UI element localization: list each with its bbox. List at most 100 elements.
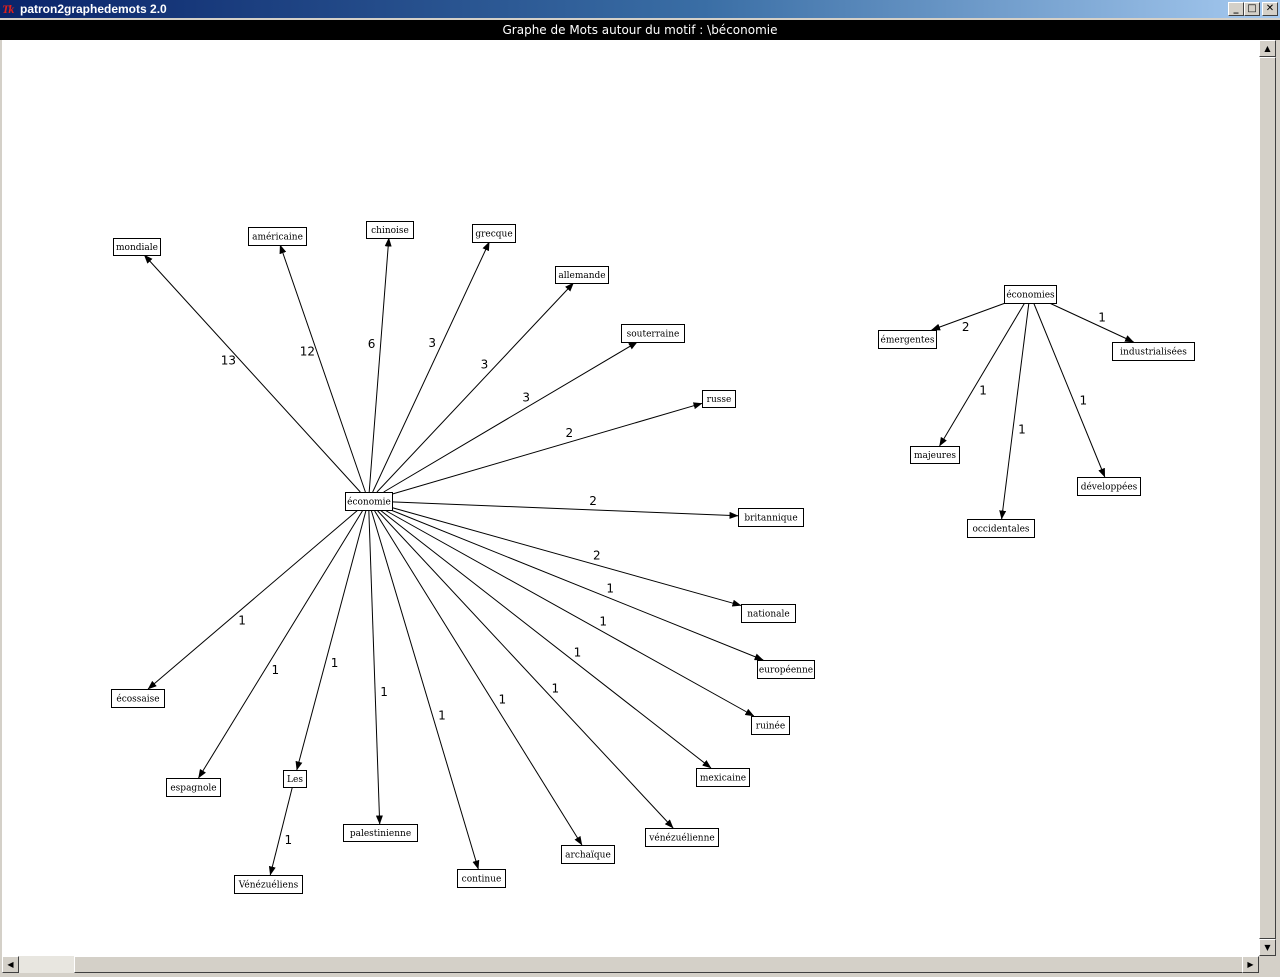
- edge-economie-espagnole: [198, 509, 364, 779]
- node-label: nationale: [747, 610, 789, 620]
- node-archaique[interactable]: archaïque: [561, 845, 615, 864]
- node-americaine[interactable]: américaine: [248, 227, 307, 246]
- edge-economies-developpees: [1033, 302, 1106, 478]
- horizontal-scroll-thumb[interactable]: [74, 956, 1244, 973]
- scroll-right-button[interactable]: ▶: [1242, 956, 1259, 973]
- node-label: allemande: [558, 271, 605, 281]
- edge-weight-label: 13: [221, 354, 236, 368]
- graph-canvas[interactable]: 13 12 6 3 3 3 2 2 2 1 1 1 1 1 1 1 1 1 1 1 2 1 1 1 1 économie mond…: [2, 40, 1259, 956]
- edge-economie-les: [295, 509, 367, 771]
- edge-weight-label: 1: [599, 615, 607, 629]
- edge-economie-mexicaine: [379, 509, 712, 769]
- vertical-scroll-thumb[interactable]: [1259, 57, 1276, 939]
- close-button[interactable]: ✕: [1262, 2, 1278, 16]
- edge-les-venezueliens: [268, 786, 293, 876]
- node-mexicaine[interactable]: mexicaine: [696, 768, 750, 787]
- minimize-button[interactable]: _: [1228, 2, 1244, 16]
- node-label: britannique: [744, 514, 797, 524]
- node-grecque[interactable]: grecque: [472, 224, 516, 243]
- node-label: ruinée: [756, 721, 785, 732]
- node-label: mondiale: [116, 243, 158, 253]
- horizontal-scrollbar[interactable]: ◀ ▶: [2, 956, 1259, 973]
- node-occidentales[interactable]: occidentales: [967, 519, 1035, 538]
- edge-weight-label: 6: [368, 337, 376, 351]
- node-label: souterraine: [627, 330, 680, 340]
- node-espagnole[interactable]: espagnole: [166, 778, 221, 797]
- edge-weight-label: 1: [498, 693, 506, 707]
- node-allemande[interactable]: allemande: [555, 266, 609, 284]
- vertical-scrollbar[interactable]: ▲ ▼: [1259, 40, 1276, 956]
- node-label: majeures: [914, 451, 956, 461]
- node-mondiale[interactable]: mondiale: [113, 238, 161, 256]
- edge-economie-britannique: [391, 501, 739, 519]
- edge-economie-ecossaise: [147, 509, 359, 690]
- edge-weight-label: 3: [428, 336, 436, 350]
- maximize-button[interactable]: □: [1244, 2, 1260, 16]
- edge-economie-americaine: [279, 244, 366, 493]
- scroll-left-button[interactable]: ◀: [2, 956, 19, 973]
- graph-header: Graphe de Mots autour du motif : \bécono…: [0, 20, 1280, 40]
- node-continue[interactable]: continue: [457, 869, 506, 888]
- edge-weight-label: 1: [1079, 394, 1087, 408]
- edge-economies-majeures: [939, 302, 1026, 447]
- node-label: vénézuélienne: [648, 833, 714, 844]
- edge-weight-label: 1: [551, 681, 559, 695]
- node-label: grecque: [475, 230, 512, 240]
- node-les[interactable]: Les: [283, 770, 307, 788]
- node-label: espagnole: [170, 784, 216, 794]
- node-britannique[interactable]: britannique: [738, 508, 804, 527]
- scroll-down-button[interactable]: ▼: [1259, 939, 1276, 956]
- node-label: Les: [287, 775, 303, 785]
- edge-weight-label: 3: [522, 390, 530, 404]
- node-label: industrialisées: [1120, 347, 1187, 358]
- node-europeenne[interactable]: européenne: [757, 660, 815, 679]
- node-label: Vénézuéliens: [238, 880, 299, 891]
- edge-weight-label: 1: [1018, 422, 1026, 436]
- node-label: occidentales: [972, 525, 1029, 535]
- edge-economie-palestinienne: [368, 509, 383, 825]
- edge-weight-label: 2: [589, 494, 597, 508]
- edge-economie-archaique: [373, 509, 583, 846]
- node-russe[interactable]: russe: [702, 390, 736, 408]
- edge-weight-label: 1: [606, 582, 614, 596]
- node-label: russe: [707, 395, 732, 405]
- edge-weight-label: 2: [565, 426, 573, 440]
- edge-economie-mondiale: [143, 254, 361, 493]
- edge-economies-industrialisees: [1049, 302, 1135, 343]
- node-label: américaine: [252, 232, 303, 243]
- node-label: économies: [1006, 290, 1055, 301]
- node-majeures[interactable]: majeures: [910, 446, 960, 464]
- title-bar[interactable]: Tk patron2graphedemots 2.0 _ □ ✕: [0, 0, 1280, 18]
- edge-economie-venezuelienne: [376, 509, 674, 829]
- node-label: écossaise: [116, 694, 159, 705]
- node-label: chinoise: [371, 226, 409, 236]
- node-economies[interactable]: économies: [1004, 285, 1057, 304]
- scroll-up-button[interactable]: ▲: [1259, 40, 1276, 57]
- word-graph[interactable]: 13126 3332221111111111121111 économiemond…: [2, 40, 1259, 956]
- edge-economie-ruinee: [384, 509, 755, 717]
- edge-weight-label: 2: [962, 320, 970, 334]
- node-label: européenne: [759, 665, 813, 676]
- edge-weight-label: 1: [238, 614, 246, 628]
- edge-weight-label: 3: [481, 358, 489, 372]
- tk-feather-icon: Tk: [2, 2, 14, 16]
- node-emergentes[interactable]: émergentes: [878, 330, 937, 349]
- node-developpees[interactable]: développées: [1077, 477, 1141, 496]
- node-venezuelienne[interactable]: vénézuélienne: [645, 828, 719, 847]
- node-souterraine[interactable]: souterraine: [621, 324, 685, 343]
- node-palestinienne[interactable]: palestinienne: [343, 824, 418, 842]
- edge-weight-label: 1: [438, 709, 446, 723]
- node-ecossaise[interactable]: écossaise: [111, 689, 165, 708]
- node-chinoise[interactable]: chinoise: [366, 221, 414, 239]
- node-venezueliens[interactable]: Vénézuéliens: [234, 875, 303, 894]
- node-economie[interactable]: économie: [345, 492, 393, 511]
- node-label: émergentes: [881, 335, 935, 346]
- edge-weight-label: 2: [593, 549, 601, 563]
- node-nationale[interactable]: nationale: [741, 604, 796, 623]
- node-label: archaïque: [565, 851, 611, 861]
- edge-weight-label: 1: [979, 384, 987, 398]
- edge-economie-grecque: [372, 241, 490, 493]
- node-industrialisees[interactable]: industrialisées: [1112, 342, 1195, 361]
- node-ruinee[interactable]: ruinée: [751, 716, 790, 735]
- edge-economie-souterraine: [383, 341, 638, 493]
